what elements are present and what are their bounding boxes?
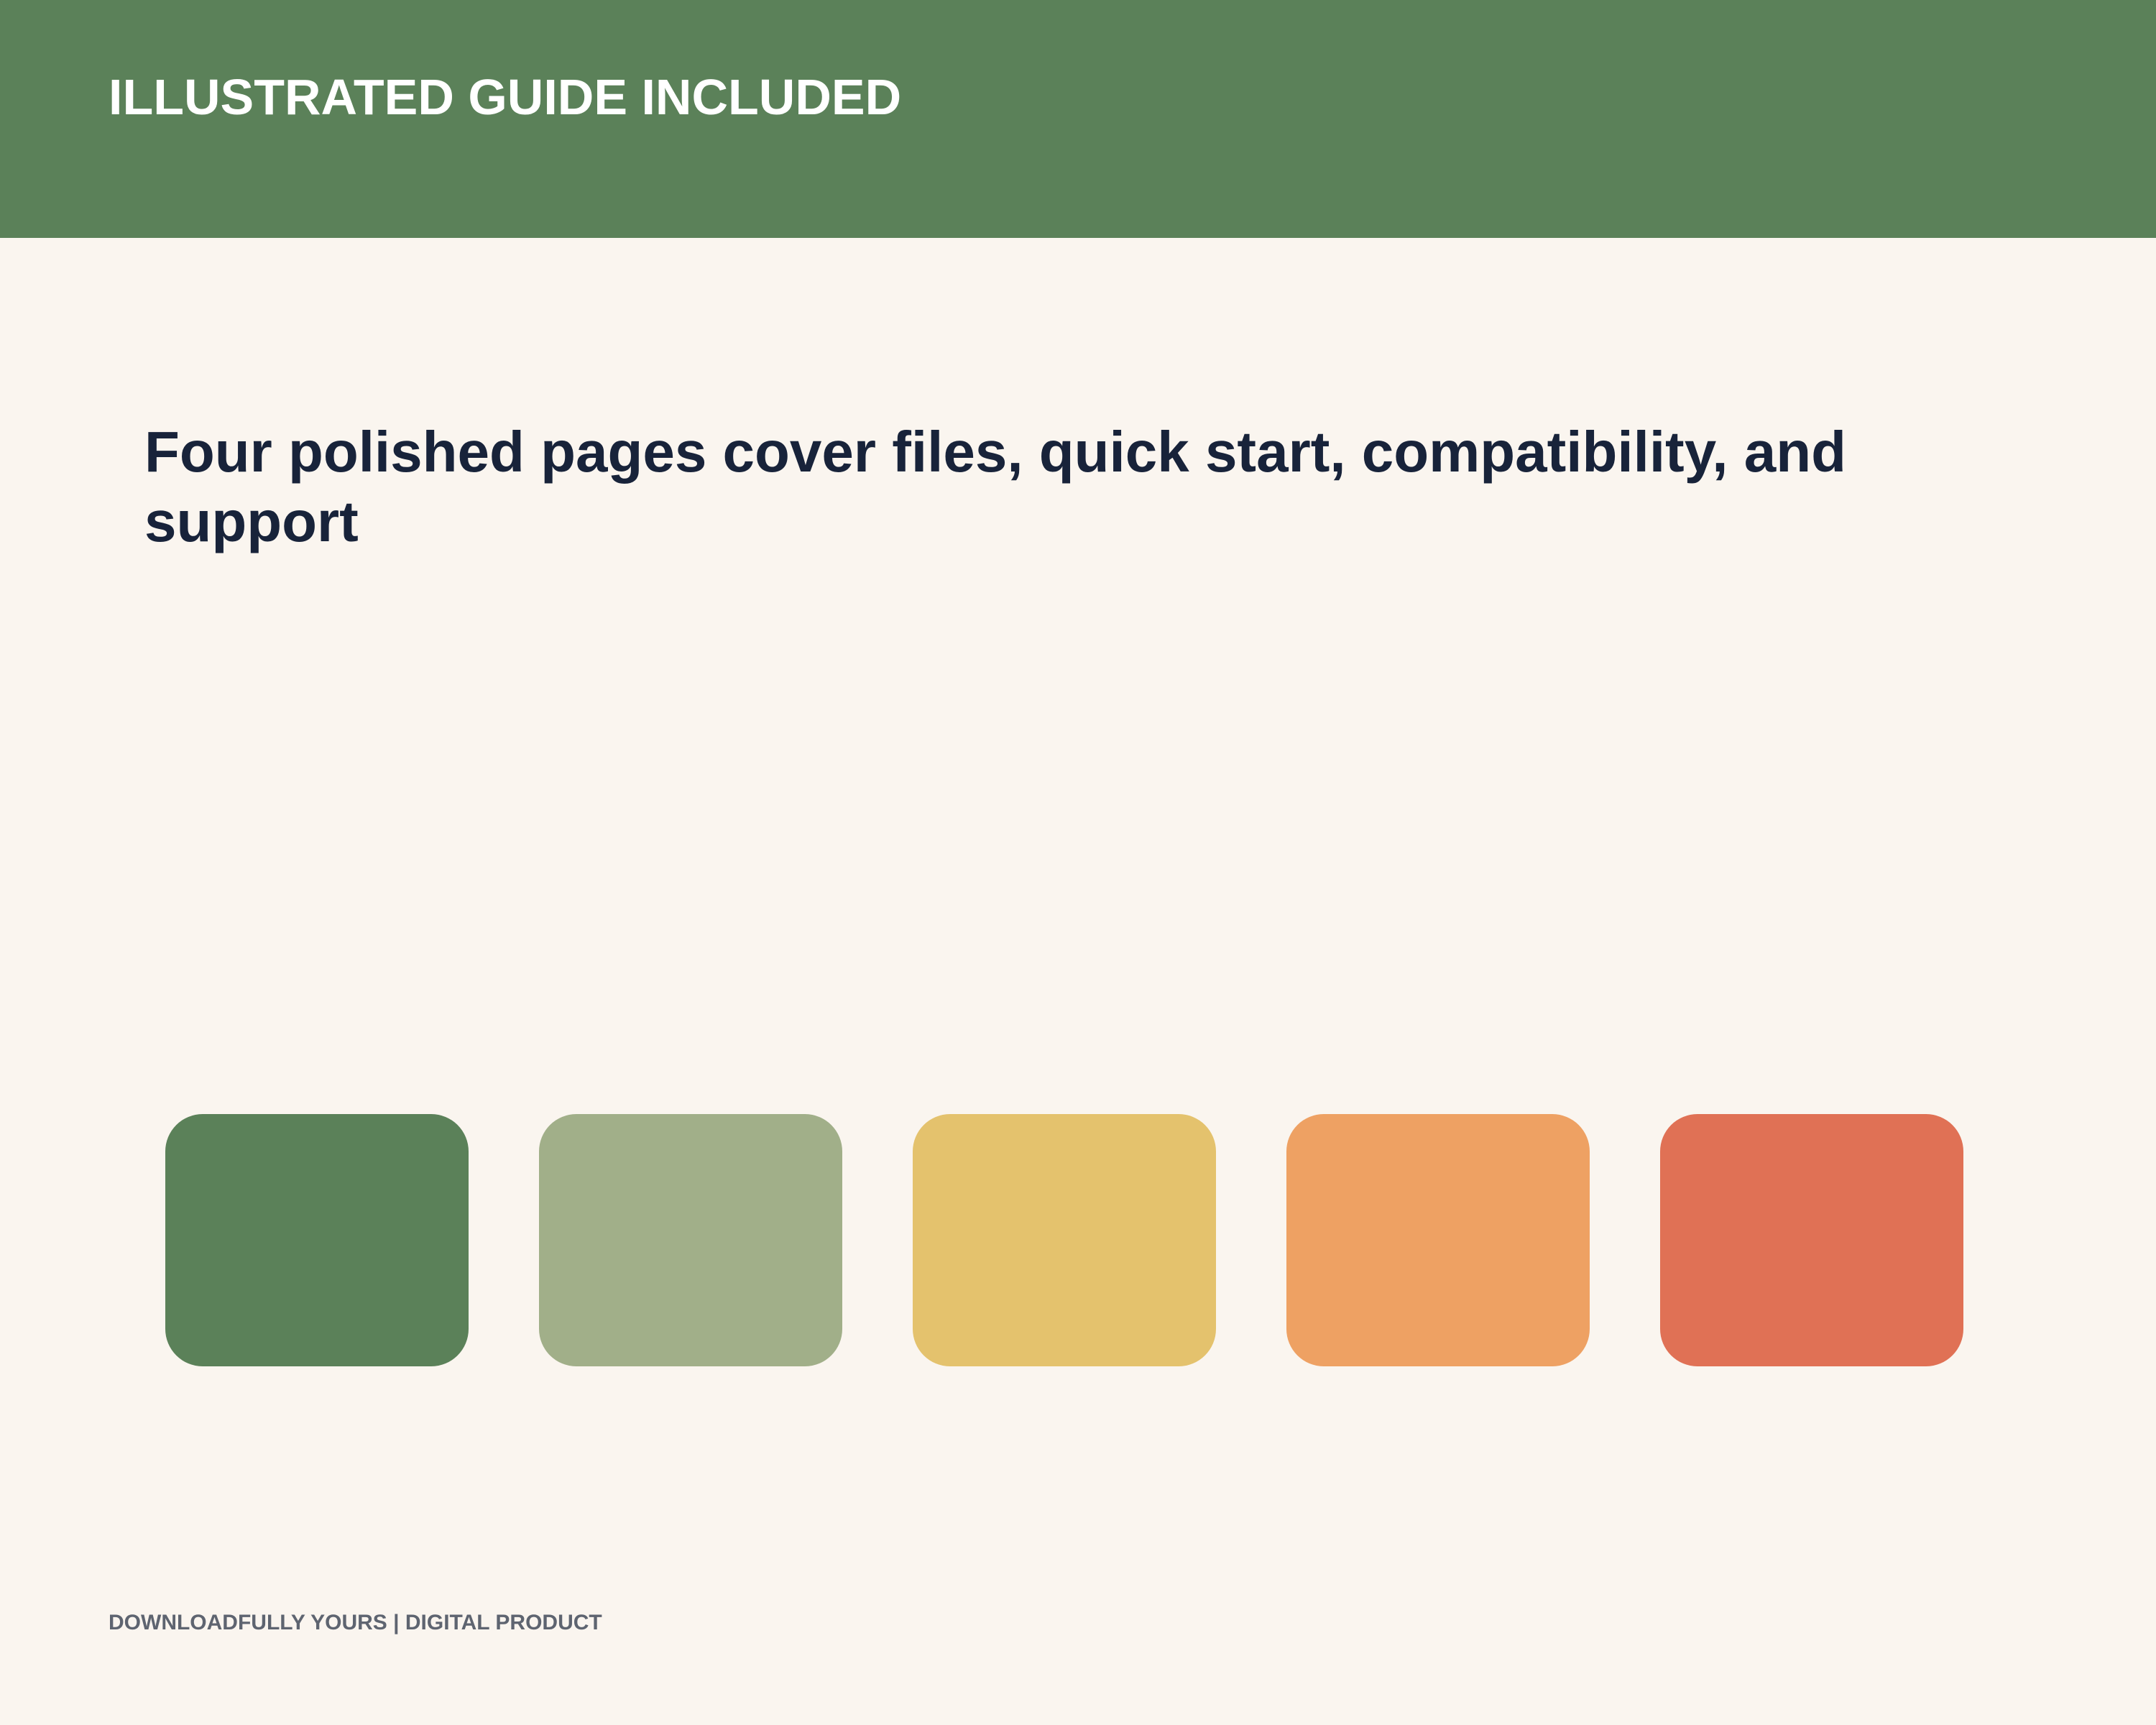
- swatch-coral-red: [1660, 1114, 1963, 1366]
- swatch-sage-green: [539, 1114, 842, 1366]
- page-headline: Four polished pages cover files, quick s…: [144, 420, 1846, 553]
- swatch-apricot-orange: [1286, 1114, 1590, 1366]
- header-title: ILLUSTRATED GUIDE INCLUDED: [109, 69, 902, 125]
- swatch-mustard-yellow: [913, 1114, 1216, 1366]
- page: ILLUSTRATED GUIDE INCLUDED Four polished…: [0, 0, 2156, 1725]
- footer-brand-text: DOWNLOADFULLY YOURS | DIGITAL PRODUCT: [109, 1611, 602, 1634]
- color-swatch-row: [165, 1114, 1963, 1366]
- swatch-forest-green: [165, 1114, 469, 1366]
- header-band: ILLUSTRATED GUIDE INCLUDED: [0, 0, 2156, 238]
